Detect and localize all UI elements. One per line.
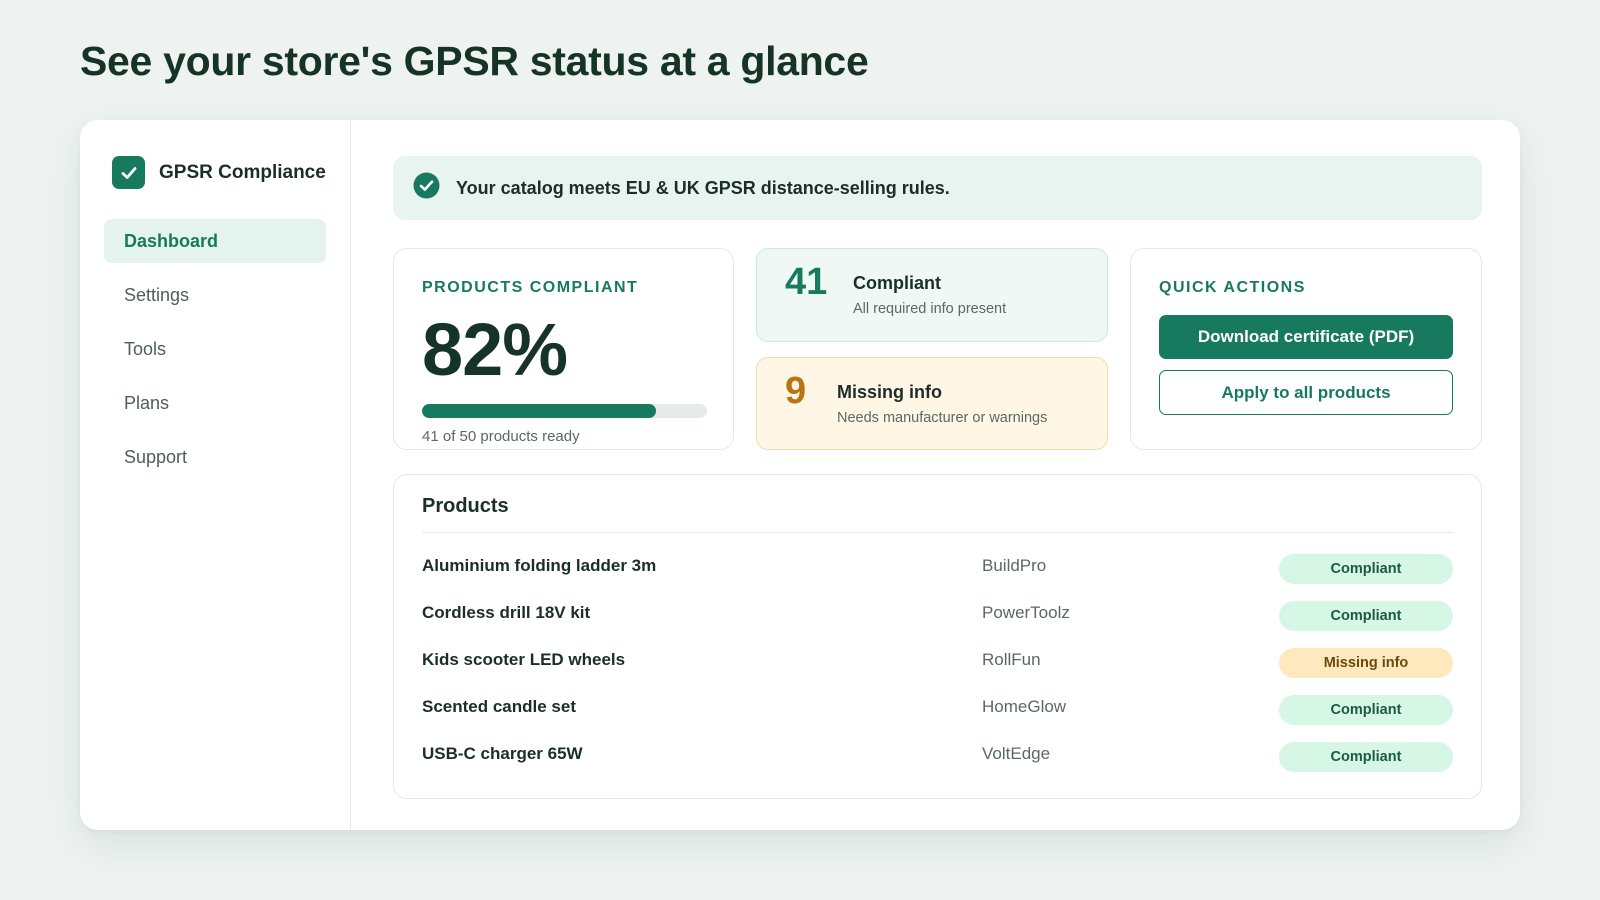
brand-name: GPSR Compliance: [159, 161, 326, 183]
missing-info-title: Missing info: [837, 381, 942, 402]
sidebar: GPSR Compliance Dashboard Settings Tools…: [80, 120, 351, 830]
apply-to-all-button[interactable]: Apply to all products: [1159, 370, 1453, 415]
check-circle-icon: [413, 172, 440, 204]
product-name: Scented candle set: [422, 696, 577, 716]
missing-info-count: 9: [785, 369, 807, 412]
compliance-percent: 82%: [422, 308, 568, 391]
product-brand: BuildPro: [982, 555, 1047, 575]
page-headline: See your store's GPSR status at a glance: [80, 38, 869, 84]
product-name: Aluminium folding ladder 3m: [422, 555, 657, 575]
quick-actions-eyebrow: QUICK ACTIONS: [1159, 279, 1306, 296]
sidebar-item-dashboard[interactable]: Dashboard: [104, 219, 326, 263]
sidebar-item-support[interactable]: Support: [104, 435, 326, 479]
products-title: Products: [422, 495, 1453, 533]
sidebar-item-settings[interactable]: Settings: [104, 273, 326, 317]
compliance-progress-bar: [422, 404, 707, 418]
status-badge: Missing info: [1279, 647, 1453, 678]
brand: GPSR Compliance: [112, 156, 326, 189]
table-row[interactable]: Cordless drill 18V kit PowerToolz Compli…: [422, 592, 1453, 639]
table-row[interactable]: Aluminium folding ladder 3m BuildPro Com…: [422, 545, 1453, 592]
banner-text: Your catalog meets EU & UK GPSR distance…: [456, 177, 950, 198]
status-badge: Compliant: [1279, 741, 1453, 772]
compliant-subtitle: All required info present: [853, 301, 1007, 317]
quick-actions-card: QUICK ACTIONS Download certificate (PDF)…: [1130, 248, 1482, 450]
status-badge: Compliant: [1279, 600, 1453, 631]
product-name: USB-C charger 65W: [422, 743, 583, 763]
products-table: Products Aluminium folding ladder 3m Bui…: [393, 474, 1482, 799]
product-name: Kids scooter LED wheels: [422, 649, 626, 669]
compliant-stat: 41 Compliant All required info present: [756, 248, 1108, 342]
sidebar-nav: Dashboard Settings Tools Plans Support: [104, 219, 326, 479]
product-brand: PowerToolz: [982, 602, 1070, 622]
check-square-icon: [112, 156, 145, 189]
compliance-caption: 41 of 50 products ready: [422, 428, 580, 445]
sidebar-item-plans[interactable]: Plans: [104, 381, 326, 425]
summary-cards: PRODUCTS COMPLIANT 82% 41 of 50 products…: [393, 248, 1482, 450]
product-brand: HomeGlow: [982, 696, 1067, 716]
product-brand: RollFun: [982, 649, 1041, 669]
compliance-progress-fill: [422, 404, 656, 418]
product-name: Cordless drill 18V kit: [422, 602, 591, 622]
missing-info-subtitle: Needs manufacturer or warnings: [837, 409, 1048, 426]
missing-info-stat: 9 Missing info Needs manufacturer or war…: [756, 356, 1108, 450]
compliance-eyebrow: PRODUCTS COMPLIANT: [422, 279, 639, 296]
app-window: GPSR Compliance Dashboard Settings Tools…: [80, 120, 1520, 830]
product-brand: VoltEdge: [982, 743, 1051, 763]
table-row[interactable]: Scented candle set HomeGlow Compliant: [422, 686, 1453, 733]
status-badge: Compliant: [1279, 694, 1453, 725]
table-row[interactable]: Kids scooter LED wheels RollFun Missing …: [422, 639, 1453, 686]
stat-column: 41 Compliant All required info present 9…: [756, 248, 1108, 450]
table-row[interactable]: USB-C charger 65W VoltEdge Compliant: [422, 733, 1453, 780]
compliance-card: PRODUCTS COMPLIANT 82% 41 of 50 products…: [393, 248, 734, 450]
status-badge: Compliant: [1279, 553, 1453, 584]
sidebar-item-tools[interactable]: Tools: [104, 327, 326, 371]
status-banner: Your catalog meets EU & UK GPSR distance…: [393, 156, 1482, 220]
main-content: Your catalog meets EU & UK GPSR distance…: [351, 120, 1520, 830]
compliant-title: Compliant: [853, 273, 941, 293]
download-certificate-button[interactable]: Download certificate (PDF): [1159, 315, 1453, 359]
compliant-count: 41: [785, 261, 828, 303]
products-rows: Aluminium folding ladder 3m BuildPro Com…: [422, 545, 1453, 780]
